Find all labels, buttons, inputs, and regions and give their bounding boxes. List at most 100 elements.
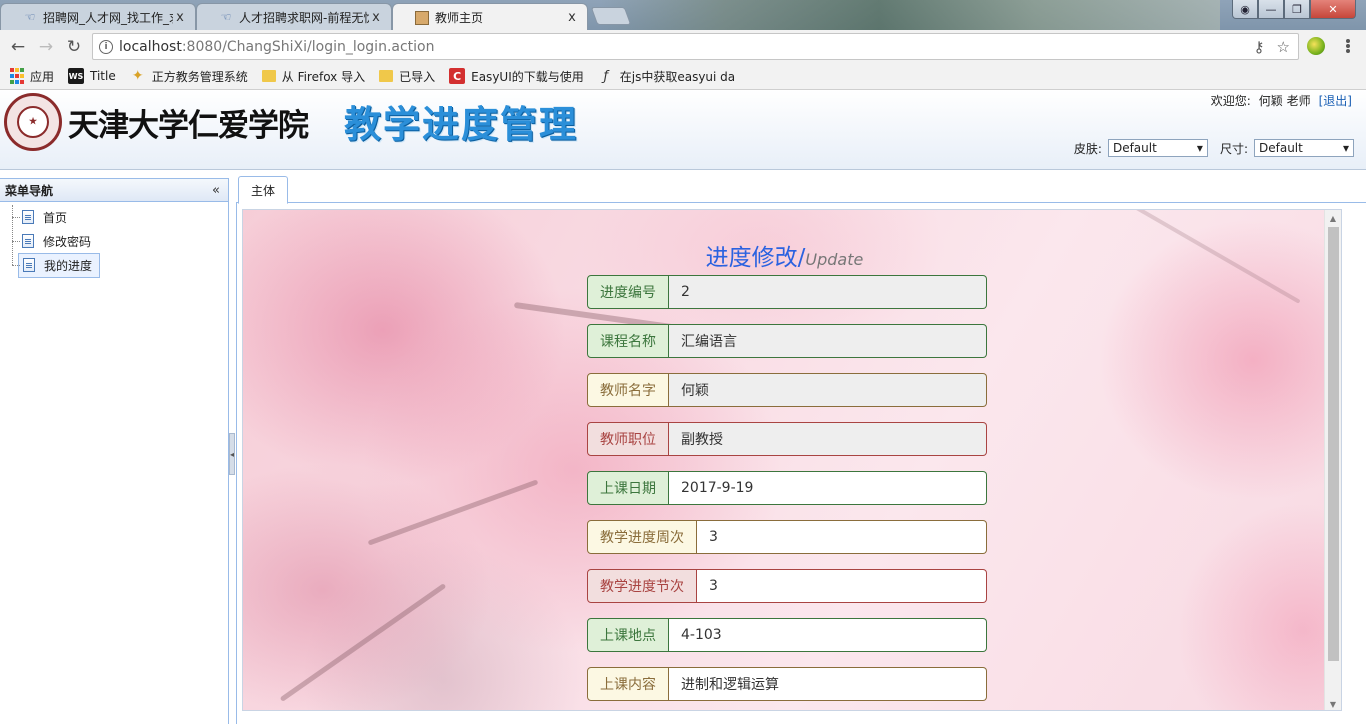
bookmark-label: EasyUI的下载与使用 xyxy=(471,69,584,84)
progress-week-input[interactable]: 3 xyxy=(697,520,987,554)
hand-icon: ☜ xyxy=(220,10,232,24)
browser-tab-2[interactable]: ☜ 人才招聘求职网-前程无忧 x xyxy=(196,3,392,30)
tab-close-icon[interactable]: x xyxy=(565,10,579,25)
url-host: localhost xyxy=(119,38,182,55)
teacher-title-input[interactable]: 副教授 xyxy=(669,422,987,456)
scroll-up-icon[interactable]: ▲ xyxy=(1325,210,1341,226)
school-name: 天津大学仁爱学院 xyxy=(68,108,309,144)
collapse-icon[interactable]: « xyxy=(212,183,220,198)
size-select[interactable]: Default ▾ xyxy=(1254,139,1354,157)
class-content-input[interactable]: 进制和逻辑运算 xyxy=(669,667,987,701)
welcome-label: 欢迎您: xyxy=(1210,94,1251,108)
bookmark-js[interactable]: ƒ 在js中获取easyui da xyxy=(598,68,735,85)
center-panel: 主体 进度修改/Update 进度编号 2 课程名称 汇编语言 教师名字 何颖 xyxy=(236,170,1366,724)
field-label: 上课日期 xyxy=(587,471,669,505)
center-tab-bar: 主体 xyxy=(236,170,1366,204)
bookmark-folder-imported[interactable]: 已导入 xyxy=(379,68,435,85)
theme-controls: 皮肤: Default ▾ 尺寸: Default ▾ xyxy=(1074,139,1354,157)
user-icon[interactable]: ◉ xyxy=(1232,0,1258,19)
extension-icon[interactable] xyxy=(1307,37,1325,55)
field-progress-id: 进度编号 2 xyxy=(587,275,987,309)
field-progress-week: 教学进度周次 3 xyxy=(587,520,987,554)
browser-tab-title: 招聘网_人才网_找工作_求 xyxy=(43,10,173,25)
hand-icon: ☜ xyxy=(24,10,36,24)
bookmark-folder-firefox[interactable]: 从 Firefox 导入 xyxy=(261,68,366,85)
star-icon[interactable]: ☆ xyxy=(1277,38,1290,56)
field-label: 教师名字 xyxy=(587,373,669,407)
center-tab-content: 进度修改/Update 进度编号 2 课程名称 汇编语言 教师名字 何颖 教师职… xyxy=(236,203,1366,724)
file-icon xyxy=(23,258,35,272)
field-course-name: 课程名称 汇编语言 xyxy=(587,324,987,358)
seal-center-icon: ★ xyxy=(17,106,49,138)
back-icon[interactable]: ← xyxy=(4,33,32,61)
scroll-thumb[interactable] xyxy=(1328,227,1339,661)
browser-tab-1[interactable]: ☜ 招聘网_人才网_找工作_求 x xyxy=(0,3,196,30)
browser-tab-title: 人才招聘求职网-前程无忧 xyxy=(239,10,369,25)
user-name: 何颖 老师 xyxy=(1258,94,1311,108)
omnibox-actions: ⚷ ☆ xyxy=(1254,38,1290,56)
reload-icon[interactable]: ↻ xyxy=(60,33,88,61)
address-bar[interactable]: i localhost:8080/ChangShiXi/login_login.… xyxy=(92,33,1299,60)
bookmark-apps[interactable]: 应用 xyxy=(10,68,54,85)
teacher-name-input[interactable]: 何颖 xyxy=(669,373,987,407)
sidebar-item-label: 首页 xyxy=(43,210,68,225)
zf-icon: ✦ xyxy=(131,68,144,84)
restore-icon[interactable]: ❐ xyxy=(1284,0,1310,19)
tab-close-icon[interactable]: x xyxy=(173,10,187,25)
field-class-date: 上课日期 2017-9-19 xyxy=(587,471,987,505)
tab-close-icon[interactable]: x xyxy=(369,10,383,25)
new-tab-button[interactable] xyxy=(590,7,632,25)
forward-icon[interactable]: → xyxy=(32,33,60,61)
field-label: 上课内容 xyxy=(587,667,669,701)
browser-tab-title: 教师主页 xyxy=(435,11,484,25)
content-frame: 进度修改/Update 进度编号 2 课程名称 汇编语言 教师名字 何颖 教师职… xyxy=(242,209,1342,711)
progress-id-input[interactable]: 2 xyxy=(669,275,987,309)
sidebar-item-change-password[interactable]: 修改密码 xyxy=(10,229,228,253)
ws-icon: WS xyxy=(68,68,85,84)
system-title: 教学进度管理 xyxy=(344,103,578,146)
skin-select[interactable]: Default ▾ xyxy=(1107,139,1208,157)
bookmark-label: 从 Firefox 导入 xyxy=(281,69,366,84)
field-label: 进度编号 xyxy=(587,275,669,309)
sidebar-item-label: 修改密码 xyxy=(43,234,92,249)
course-name-input[interactable]: 汇编语言 xyxy=(669,324,987,358)
form-title-en: Update xyxy=(805,250,864,269)
sidebar-item-home[interactable]: 首页 xyxy=(10,205,228,229)
tab-main[interactable]: 主体 xyxy=(238,176,289,204)
frame-scrollbar[interactable]: ▲ ▼ xyxy=(1324,210,1341,710)
scroll-down-icon[interactable]: ▼ xyxy=(1325,696,1341,710)
class-date-input[interactable]: 2017-9-19 xyxy=(669,471,987,505)
class-location-input[interactable]: 4-103 xyxy=(669,618,987,652)
info-icon[interactable]: i xyxy=(99,39,113,54)
window-controls: ◉ — ❐ ✕ xyxy=(1232,0,1356,19)
progress-session-input[interactable]: 3 xyxy=(697,569,987,603)
tabstrip-background xyxy=(600,0,1220,30)
c-icon: C xyxy=(449,68,466,84)
school-seal-logo: ★ xyxy=(4,93,62,151)
folder-icon xyxy=(261,70,276,82)
browser-tab-active[interactable]: 教师主页 x xyxy=(392,3,588,30)
bookmark-title[interactable]: WS Title xyxy=(68,68,116,84)
field-progress-session: 教学进度节次 3 xyxy=(587,569,987,603)
sidebar: 菜单导航 « 首页 修改密码 我的进度 xyxy=(0,178,229,724)
bookmark-label: 在js中获取easyui da xyxy=(619,69,736,84)
minimize-icon[interactable]: — xyxy=(1258,0,1284,19)
sidebar-splitter-handle[interactable]: ◂ xyxy=(229,433,235,475)
sidebar-item-my-progress[interactable]: 我的进度 xyxy=(10,252,228,278)
bookmark-label: 已导入 xyxy=(399,69,436,84)
bookmarks-bar: 应用 WS Title ✦ 正方教务管理系统 从 Firefox 导入 已导入 … xyxy=(0,63,1366,90)
browser-menu-icon[interactable] xyxy=(1340,36,1356,56)
dropdown-arrow-icon: ▾ xyxy=(1342,141,1349,155)
file-icon xyxy=(22,234,34,248)
bookmark-easyui[interactable]: C EasyUI的下载与使用 xyxy=(449,68,584,85)
browser-tab-strip: ☜ 招聘网_人才网_找工作_求 x ☜ 人才招聘求职网-前程无忧 x 教师主页 … xyxy=(0,0,1366,30)
bookmark-zf[interactable]: ✦ 正方教务管理系统 xyxy=(130,68,248,85)
field-label: 课程名称 xyxy=(587,324,669,358)
size-label: 尺寸: xyxy=(1219,141,1248,156)
close-window-icon[interactable]: ✕ xyxy=(1310,0,1356,19)
logout-link[interactable]: [退出] xyxy=(1319,92,1352,109)
key-icon[interactable]: ⚷ xyxy=(1254,38,1265,56)
form-title: 进度修改/Update xyxy=(243,238,1326,272)
field-label: 教学进度周次 xyxy=(587,520,697,554)
url-text[interactable]: localhost:8080/ChangShiXi/login_login.ac… xyxy=(119,39,435,55)
